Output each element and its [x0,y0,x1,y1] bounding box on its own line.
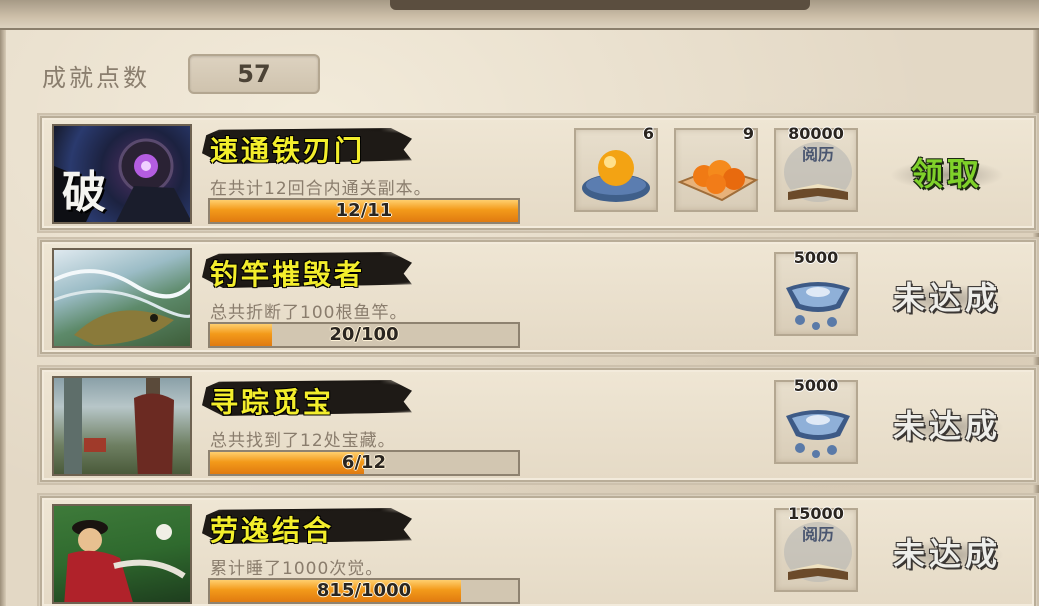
progress-label: 815/1000 [316,580,412,601]
achievement-card: 寻踪觅宝 总共找到了12处宝藏。 6/12 5000 未达成 [39,367,1037,483]
achievement-portrait [52,248,192,348]
reward-count: 80000 [788,124,844,143]
reward-count: 15000 [788,504,844,523]
achievement-portrait [52,376,192,476]
sleeping-official-portrait [64,520,186,602]
progress-bar: 815/1000 [208,578,520,604]
achievement-title: 速通铁刃门 [210,134,366,167]
progress-bar: 12/11 [208,198,520,224]
progress-label: 12/11 [335,200,393,221]
progress-bar: 6/12 [208,450,520,476]
reward-slot[interactable]: 5000 [774,376,858,464]
reward-slot[interactable]: 阅历 80000 [774,124,858,212]
achievement-description: 在共计12回合内通关副本。 [210,179,432,199]
achievement-panel: 成就点数 57 破 速通铁刃门 在共计12回合内通关副本。 12/11 6 9 … [0,0,1039,606]
reward-slot[interactable]: 阅历 15000 [774,504,858,592]
achievement-description: 总共找到了12处宝藏。 [210,431,396,451]
reward-count: 5000 [793,376,839,395]
frame-notch [390,0,810,10]
achievement-title: 劳逸结合 [210,514,335,547]
frame-left-edge [0,30,6,606]
achievement-description: 总共折断了100根鱼竿。 [210,303,408,323]
reward-count: 5000 [793,248,839,267]
reward-slot[interactable]: 5000 [774,248,858,336]
achievement-title: 寻踪觅宝 [210,386,335,419]
achievement-title: 钓竿摧毁者 [210,258,366,291]
fish-monster-portrait [54,269,190,345]
not-achieved-button[interactable]: 未达成 [882,270,1012,326]
achievement-card: 钓竿摧毁者 总共折断了100根鱼竿。 20/100 5000 未达成 [39,239,1037,355]
not-achieved-label: 未达成 [892,407,1001,445]
achievement-card: 劳逸结合 累计睡了1000次觉。 815/1000 阅历 15000 未达成 [39,495,1037,606]
progress-bar: 20/100 [208,322,520,348]
claim-button[interactable]: 领取 [882,146,1012,202]
not-achieved-button[interactable]: 未达成 [882,398,1012,454]
experience-icon-text: 阅历 [802,145,835,164]
progress-label: 6/12 [341,452,387,473]
reward-count: 9 [742,124,754,143]
not-achieved-label: 未达成 [892,279,1001,317]
experience-icon-text: 阅历 [802,525,835,544]
progress-label: 20/100 [329,324,399,345]
break-glyph: 破 [62,167,106,218]
achievement-points-value: 57 [188,54,320,94]
reward-slot[interactable]: 9 [674,124,759,212]
achievement-points-label: 成就点数 [42,64,150,92]
not-achieved-button[interactable]: 未达成 [882,526,1012,582]
reward-slot[interactable]: 6 [574,124,658,212]
not-achieved-label: 未达成 [892,535,1001,573]
treasure-hunter-portrait [64,378,174,474]
achievement-description: 累计睡了1000次觉。 [210,559,384,579]
achievement-portrait: 破 [52,124,192,224]
reward-count: 6 [642,124,654,143]
claim-button-label: 领取 [910,155,983,193]
achievement-portrait [52,504,192,604]
achievement-card: 破 速通铁刃门 在共计12回合内通关副本。 12/11 6 9 阅历 80000… [39,115,1037,231]
top-frame [0,0,1039,30]
